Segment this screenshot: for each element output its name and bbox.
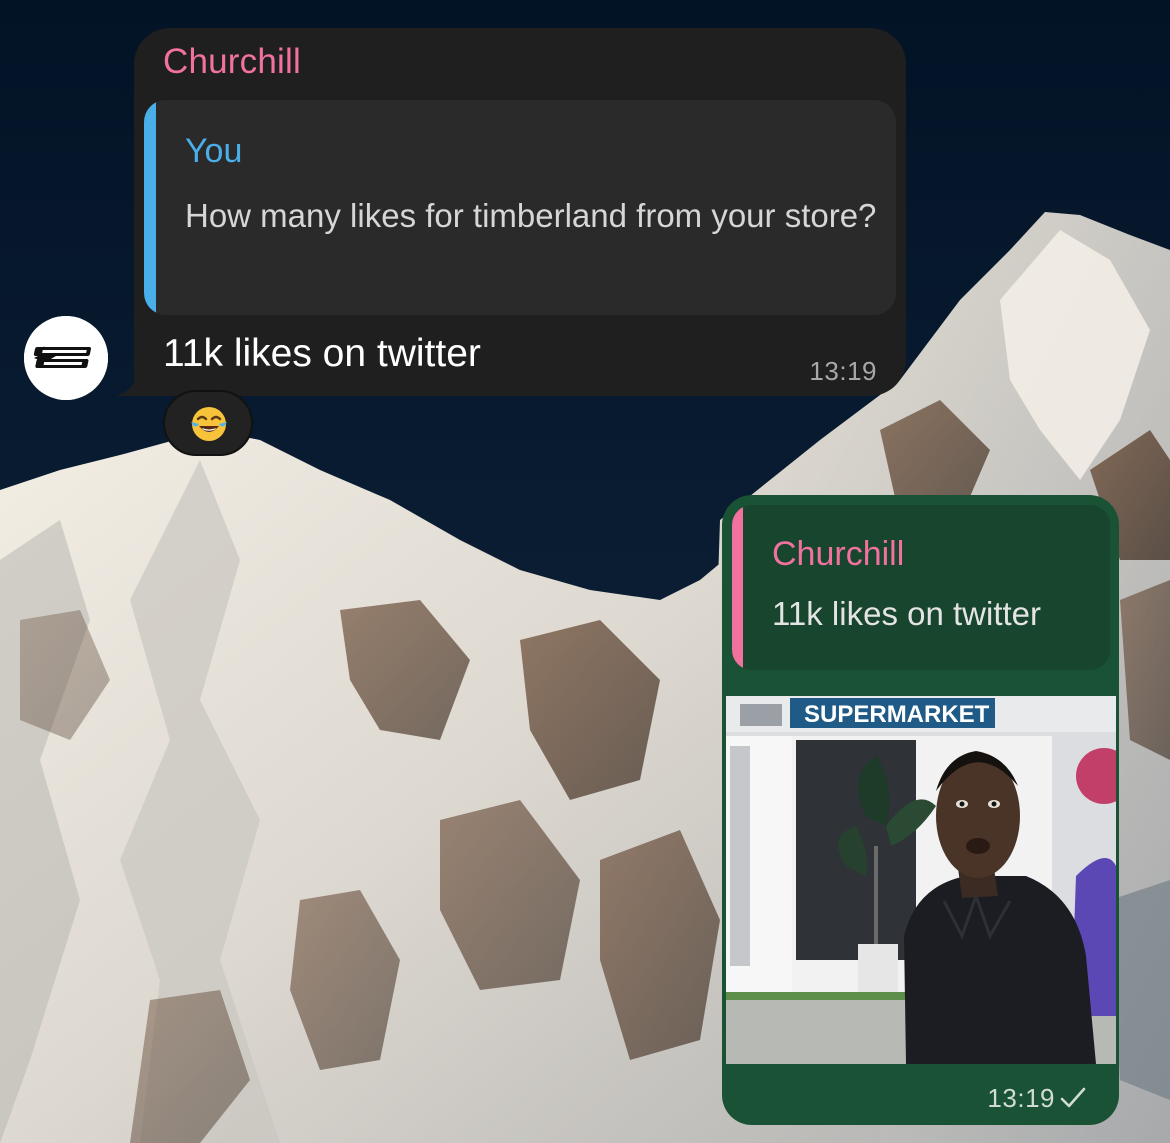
- reply-quote-author: You: [185, 132, 243, 170]
- reply-quote-author: Churchill: [772, 535, 905, 573]
- reaction-badge[interactable]: [163, 390, 253, 456]
- avatar[interactable]: [24, 316, 108, 400]
- media-gif[interactable]: SUPERMARKET: [726, 696, 1116, 1064]
- tears-of-joy-emoji-icon: [191, 407, 227, 441]
- sender-name[interactable]: Churchill: [163, 42, 301, 82]
- reply-quote-text: How many likes for timberland from your …: [185, 197, 877, 234]
- reply-quote-bar: [144, 100, 156, 315]
- supermarket-sign-text: SUPERMARKET: [804, 701, 990, 728]
- man-at-supermarket-image: SUPERMARKET: [726, 696, 1116, 1064]
- reply-quote[interactable]: Churchill 11k likes on twitter: [732, 505, 1110, 670]
- message-text: 11k likes on twitter: [163, 332, 481, 375]
- single-check-icon: [1060, 1087, 1086, 1108]
- incoming-message-bubble[interactable]: Churchill You How many likes for timberl…: [134, 28, 906, 396]
- reply-quote-text: 11k likes on twitter: [772, 595, 1041, 632]
- message-timestamp: 13:19: [809, 356, 877, 386]
- reply-quote-bar: [732, 505, 743, 670]
- message-timestamp: 13:19: [987, 1083, 1055, 1113]
- whiston-island-logo: [24, 316, 108, 400]
- reply-quote[interactable]: You How many likes for timberland from y…: [144, 100, 896, 315]
- outgoing-message-bubble[interactable]: Churchill 11k likes on twitter SUPERMARK…: [722, 495, 1119, 1125]
